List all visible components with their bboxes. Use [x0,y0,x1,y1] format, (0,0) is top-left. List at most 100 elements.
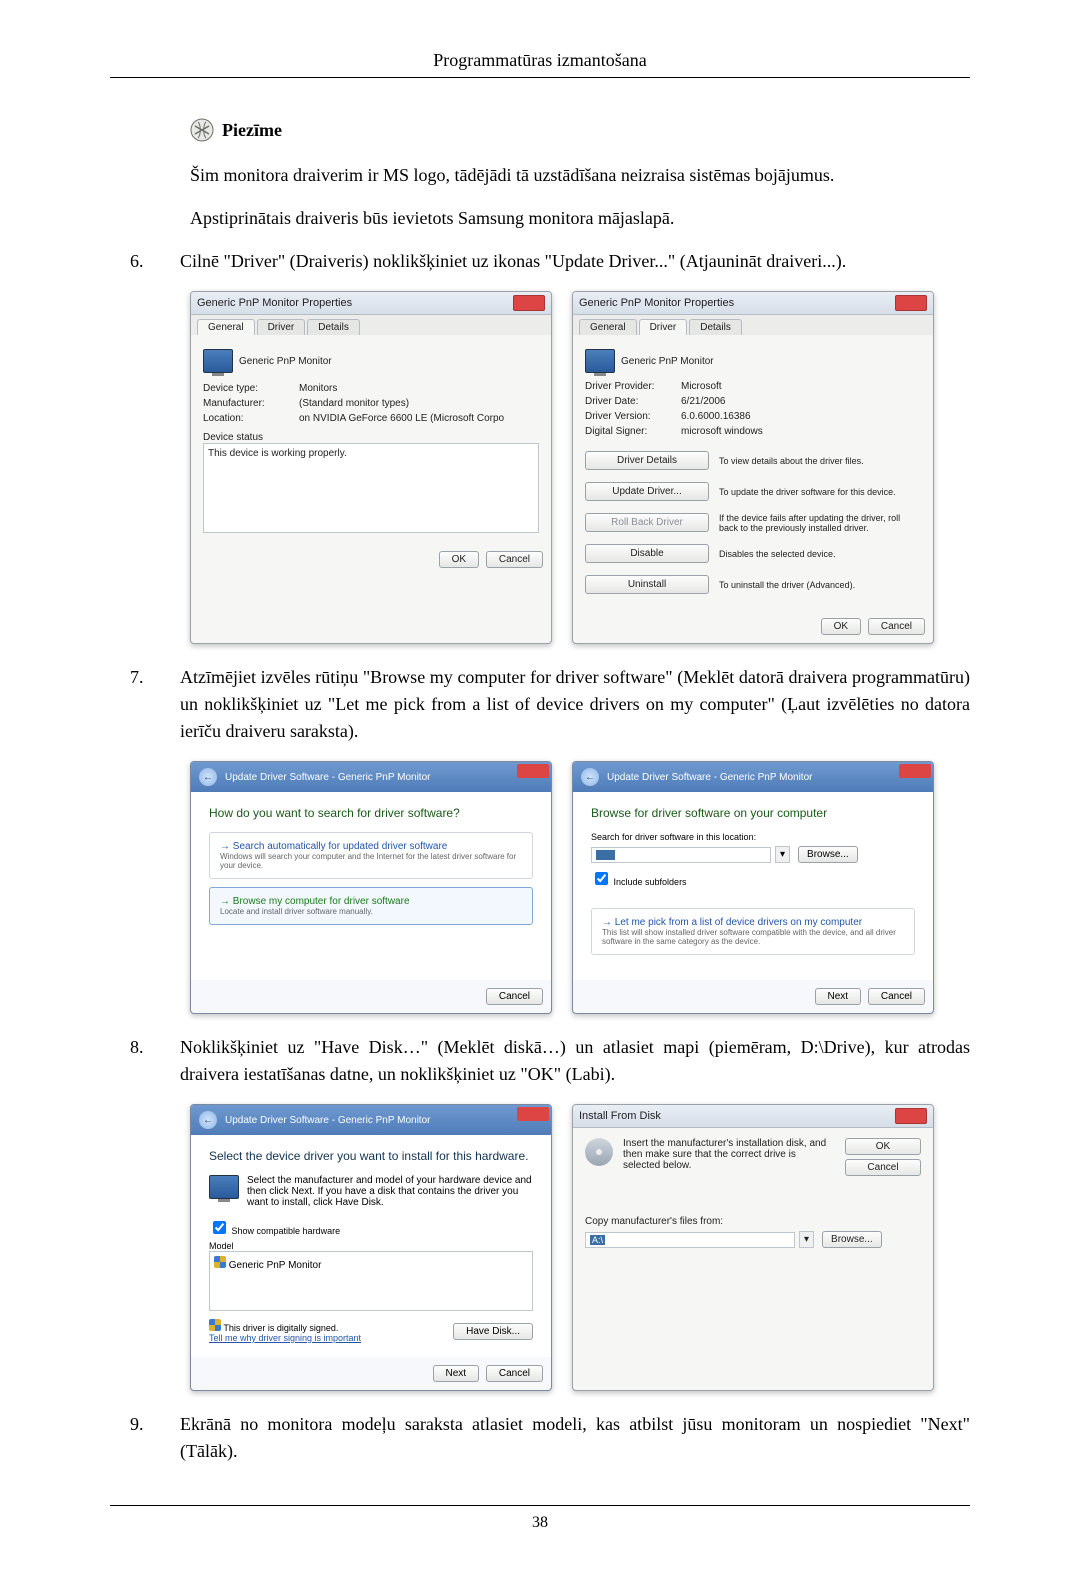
close-icon[interactable] [517,1107,549,1121]
wizard-subtext: Select the manufacturer and model of you… [247,1175,533,1208]
driver-date-label: Driver Date: [585,396,675,407]
disk-icon [585,1138,613,1166]
copy-path-dropdown[interactable]: ▾ [799,1231,814,1248]
properties-general-window: Generic PnP Monitor Properties General D… [190,291,552,644]
install-from-disk-dialog: Install From Disk Insert the manufacture… [572,1104,934,1391]
update-driver-desc: To update the driver software for this d… [719,487,921,497]
show-compatible-label: Show compatible hardware [232,1226,341,1236]
close-icon[interactable] [895,295,927,311]
option-search-auto[interactable]: → Search automatically for updated drive… [209,832,533,879]
note-paragraph-2: Apstiprinātais draiveris būs ievietots S… [190,205,970,232]
cancel-button[interactable]: Cancel [868,618,925,635]
path-dropdown[interactable]: ▾ [775,846,790,863]
step-8-text: Noklikšķiniet uz "Have Disk…" (Meklēt di… [180,1034,970,1088]
option-pick-from-list[interactable]: → Let me pick from a list of device driv… [591,908,915,955]
close-icon[interactable] [895,1108,927,1124]
back-icon[interactable]: ← [581,768,599,786]
wizard-heading: Browse for driver software on your compu… [591,806,915,820]
close-icon[interactable] [517,764,549,778]
cancel-button[interactable]: Cancel [486,988,543,1005]
driver-date-value: 6/21/2006 [681,396,726,407]
option-lead: → Browse my computer for driver software [220,896,522,907]
option-browse-computer[interactable]: → Browse my computer for driver software… [209,887,533,925]
next-button[interactable]: Next [433,1365,480,1382]
digital-signer-value: microsoft windows [681,426,763,437]
show-compatible-checkbox[interactable] [213,1221,226,1234]
model-list-item[interactable]: Generic PnP Monitor [229,1260,322,1271]
copy-from-label: Copy manufacturer's files from: [585,1216,921,1227]
page-header: Programmatūras izmantošana [110,50,970,71]
path-label: Search for driver software in this locat… [591,832,915,842]
header-rule [110,77,970,78]
next-button[interactable]: Next [815,988,862,1005]
manufacturer-value: (Standard monitor types) [299,398,409,409]
cancel-button[interactable]: Cancel [486,551,543,568]
note-paragraph-1: Šim monitora draiverim ir MS logo, tādēj… [190,162,970,189]
tab-details[interactable]: Details [307,319,360,335]
wizard-browse-window: ← Update Driver Software - Generic PnP M… [572,761,934,1014]
device-heading: Generic PnP Monitor [621,356,714,367]
driver-provider-value: Microsoft [681,381,722,392]
wizard-title: Update Driver Software - Generic PnP Mon… [225,772,430,783]
uninstall-button[interactable]: Uninstall [585,575,709,594]
tab-driver[interactable]: Driver [257,319,306,335]
monitor-icon [585,349,615,373]
close-icon[interactable] [899,764,931,778]
option-sub: This list will show installed driver sof… [602,928,904,946]
wizard-search-window: ← Update Driver Software - Generic PnP M… [190,761,552,1014]
device-type-label: Device type: [203,383,293,394]
cancel-button[interactable]: Cancel [868,988,925,1005]
step-6-number: 6. [110,248,180,275]
copy-path-input[interactable]: A:\ [585,1232,795,1248]
disable-desc: Disables the selected device. [719,549,921,559]
option-sub: Windows will search your computer and th… [220,852,522,870]
option-lead: → Search automatically for updated drive… [220,841,522,852]
update-driver-button[interactable]: Update Driver... [585,482,709,501]
ok-button[interactable]: OK [821,618,861,635]
browse-button[interactable]: Browse... [798,846,858,863]
tab-general[interactable]: General [579,319,637,335]
model-list[interactable]: Generic PnP Monitor [209,1251,533,1311]
option-sub: Locate and install driver software manua… [220,907,522,916]
wizard-title: Update Driver Software - Generic PnP Mon… [607,772,812,783]
cancel-button[interactable]: Cancel [845,1159,921,1176]
disable-button[interactable]: Disable [585,544,709,563]
monitor-icon [209,1175,239,1199]
location-value: on NVIDIA GeForce 6600 LE (Microsoft Cor… [299,413,504,424]
wizard-select-driver-window: ← Update Driver Software - Generic PnP M… [190,1104,552,1391]
driver-version-label: Driver Version: [585,411,675,422]
device-heading: Generic PnP Monitor [239,356,332,367]
step-7-text: Atzīmējiet izvēles rūtiņu "Browse my com… [180,664,970,745]
driver-details-button[interactable]: Driver Details [585,451,709,470]
tab-driver[interactable]: Driver [639,319,688,335]
rollback-driver-button: Roll Back Driver [585,513,709,532]
window-title: Generic PnP Monitor Properties [579,297,895,309]
cancel-button[interactable]: Cancel [486,1365,543,1382]
device-status-box: This device is working properly. [203,443,539,533]
wizard-heading: Select the device driver you want to ins… [209,1149,533,1163]
close-icon[interactable] [513,295,545,311]
location-label: Location: [203,413,293,424]
driver-version-value: 6.0.6000.16386 [681,411,751,422]
step-8-number: 8. [110,1034,180,1088]
tab-details[interactable]: Details [689,319,742,335]
back-icon[interactable]: ← [199,768,217,786]
have-disk-button[interactable]: Have Disk... [453,1323,533,1340]
rollback-driver-desc: If the device fails after updating the d… [719,513,921,533]
include-subfolders-checkbox[interactable] [595,872,608,885]
signing-info-link[interactable]: Tell me why driver signing is important [209,1333,361,1343]
tab-general[interactable]: General [197,319,255,335]
device-status-label: Device status [203,432,539,443]
ok-button[interactable]: OK [845,1138,921,1155]
option-lead: → Let me pick from a list of device driv… [602,917,904,928]
back-icon[interactable]: ← [199,1111,217,1129]
footer-rule [110,1505,970,1506]
wizard-question: How do you want to search for driver sof… [209,806,533,820]
note-label: Piezīme [222,120,282,141]
ok-button[interactable]: OK [439,551,479,568]
step-6-text: Cilnē "Driver" (Draiveris) noklikšķiniet… [180,248,970,275]
step-7-number: 7. [110,664,180,745]
digital-signer-label: Digital Signer: [585,426,675,437]
path-input[interactable] [591,847,771,863]
browse-button[interactable]: Browse... [822,1231,882,1248]
